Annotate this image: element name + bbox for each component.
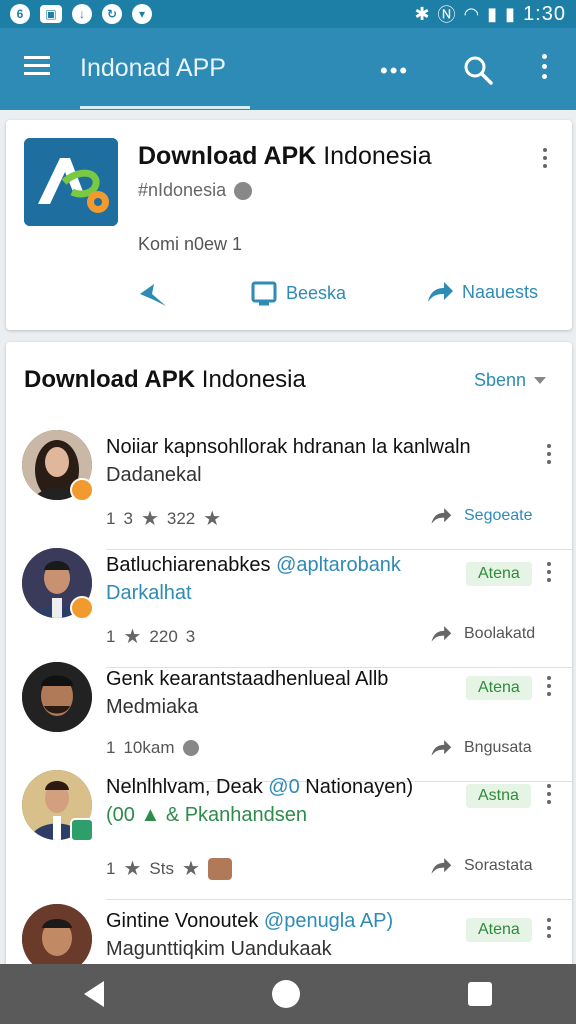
- badge-icon: [70, 596, 94, 620]
- item-name: Gintine Vonoutek @penugla AP): [106, 910, 394, 932]
- share-arrow-icon: [431, 508, 452, 524]
- item-share-button[interactable]: Sorastata: [430, 856, 532, 876]
- app-notification-icon: 6: [10, 4, 30, 24]
- favorite-action-button[interactable]: [136, 280, 170, 310]
- sync-notification-icon: ↻: [102, 4, 122, 24]
- star-pin-icon: [140, 284, 166, 306]
- item-overflow-icon[interactable]: [544, 444, 554, 468]
- avatar: [22, 904, 92, 972]
- item-meta: 1 10kam: [106, 738, 199, 758]
- globe-icon: [234, 181, 253, 200]
- hamburger-menu-icon[interactable]: [24, 56, 50, 78]
- app-subtitle: #nIdonesia: [138, 180, 253, 201]
- request-action-button[interactable]: Naauests: [426, 280, 538, 304]
- home-icon[interactable]: [272, 980, 300, 1008]
- list-item[interactable]: Noiiar kapnsohllorak hdranan la kanlwaln…: [6, 430, 572, 550]
- list-item[interactable]: Gintine Vonoutek @penugla AP) Magunttiqk…: [6, 904, 572, 972]
- globe-icon: [182, 740, 199, 756]
- recents-icon[interactable]: [468, 982, 492, 1006]
- list-card: Download APK Indonesia Sbenn Noiiar kapn…: [6, 342, 572, 972]
- app-info-card: Download APK Indonesia #nIdonesia Komi n…: [6, 120, 572, 330]
- wifi-icon: ◠: [463, 3, 480, 24]
- status-bar: 6 ▣ ↓ ↻ ▾ ✱ Ⓝ ◠ ▮ ▮ 1:30: [0, 0, 576, 28]
- system-icons: ✱ Ⓝ ◠ ▮ ▮ 1:30: [414, 1, 566, 27]
- back-icon[interactable]: [84, 981, 104, 1007]
- item-overflow-icon[interactable]: [544, 784, 554, 808]
- item-subtitle: (00 ▲ & Pkanhandsen: [106, 804, 308, 826]
- item-meta: 1 3 ★ 322 ★: [106, 508, 222, 530]
- item-share-button[interactable]: Segoeate: [430, 506, 533, 526]
- status-time: 1:30: [523, 2, 566, 25]
- list-item[interactable]: Nelnlhlvam, Deak @0 Nationayen) (00 ▲ & …: [6, 770, 572, 900]
- item-subtitle: Dadanekal: [106, 464, 202, 486]
- item-subtitle: Magunttiqkim Uandukaak: [106, 938, 332, 960]
- app-comments: Komi n0ew 1: [138, 234, 243, 254]
- title-underline: [80, 106, 250, 109]
- status-chip[interactable]: Atena: [466, 918, 532, 942]
- shield-notification-icon: ▾: [132, 4, 152, 24]
- status-chip[interactable]: Astna: [466, 784, 531, 808]
- item-overflow-icon[interactable]: [544, 676, 554, 700]
- overflow-menu-icon[interactable]: [534, 54, 554, 86]
- status-chip[interactable]: Atena: [466, 562, 532, 586]
- star-icon: ★: [123, 858, 142, 880]
- star-icon: ★: [140, 508, 159, 530]
- card-overflow-icon[interactable]: [540, 148, 550, 172]
- mini-avatar: [207, 857, 232, 880]
- app-bar: Indonad APP •••: [0, 28, 576, 110]
- bluetooth-icon: ✱: [414, 3, 430, 24]
- status-chip[interactable]: Atena: [466, 676, 532, 700]
- chevron-down-icon: [534, 377, 547, 384]
- share-arrow-icon: [428, 282, 453, 302]
- avatar: [22, 662, 92, 732]
- search-icon[interactable]: [462, 54, 494, 86]
- share-arrow-icon: [431, 740, 452, 756]
- item-share-button[interactable]: Boolakatd: [430, 624, 535, 644]
- tablet-icon: [251, 281, 277, 306]
- item-subtitle: Darkalhat: [106, 582, 192, 604]
- star-icon: ★: [203, 508, 222, 530]
- download-notification-icon: ↓: [72, 4, 92, 24]
- item-name: Batluchiarenabkes @apltarobank: [106, 554, 401, 576]
- item-name: Genk kearantstaadhenlueal Allb: [106, 668, 389, 690]
- badge-icon: [70, 478, 94, 502]
- app-title: Indonad APP: [80, 54, 226, 82]
- item-meta: 1 ★ Sts ★: [106, 856, 232, 881]
- app-logo-icon: [24, 138, 118, 226]
- signal-icon: ▮: [487, 3, 498, 24]
- divider: [106, 899, 572, 900]
- list-item[interactable]: Batluchiarenabkes @apltarobank Darkalhat…: [6, 548, 572, 668]
- item-share-button[interactable]: Bngusata: [430, 738, 532, 758]
- notification-icons: 6 ▣ ↓ ↻ ▾: [10, 4, 152, 24]
- battery-icon: ▮: [505, 3, 516, 24]
- star-icon: ★: [123, 626, 142, 648]
- item-name: Nelnlhlvam, Deak @0 Nationayen): [106, 776, 414, 798]
- share-arrow-icon: [431, 858, 452, 874]
- share-arrow-icon: [431, 626, 452, 642]
- item-overflow-icon[interactable]: [544, 562, 554, 586]
- item-meta: 1 ★ 220 3: [106, 626, 196, 648]
- item-overflow-icon[interactable]: [544, 918, 554, 942]
- sort-dropdown[interactable]: Sbenn: [474, 370, 547, 391]
- badge-icon: [70, 818, 94, 842]
- screenshot-notification-icon: ▣: [40, 5, 62, 23]
- beeska-action-button[interactable]: Beeska: [250, 280, 346, 306]
- app-name: Download APK Indonesia: [138, 142, 432, 170]
- section-title: Download APK Indonesia: [24, 366, 306, 393]
- list-item[interactable]: Genk kearantstaadhenlueal Allb Medmiaka …: [6, 662, 572, 782]
- vibrate-icon: Ⓝ: [437, 5, 456, 25]
- system-nav-bar: [0, 964, 576, 1024]
- item-name: Noiiar kapnsohllorak hdranan la kanlwaln: [106, 436, 471, 458]
- item-subtitle: Medmiaka: [106, 696, 199, 718]
- more-horizontal-icon[interactable]: •••: [380, 58, 409, 84]
- star-icon: ★: [181, 858, 200, 880]
